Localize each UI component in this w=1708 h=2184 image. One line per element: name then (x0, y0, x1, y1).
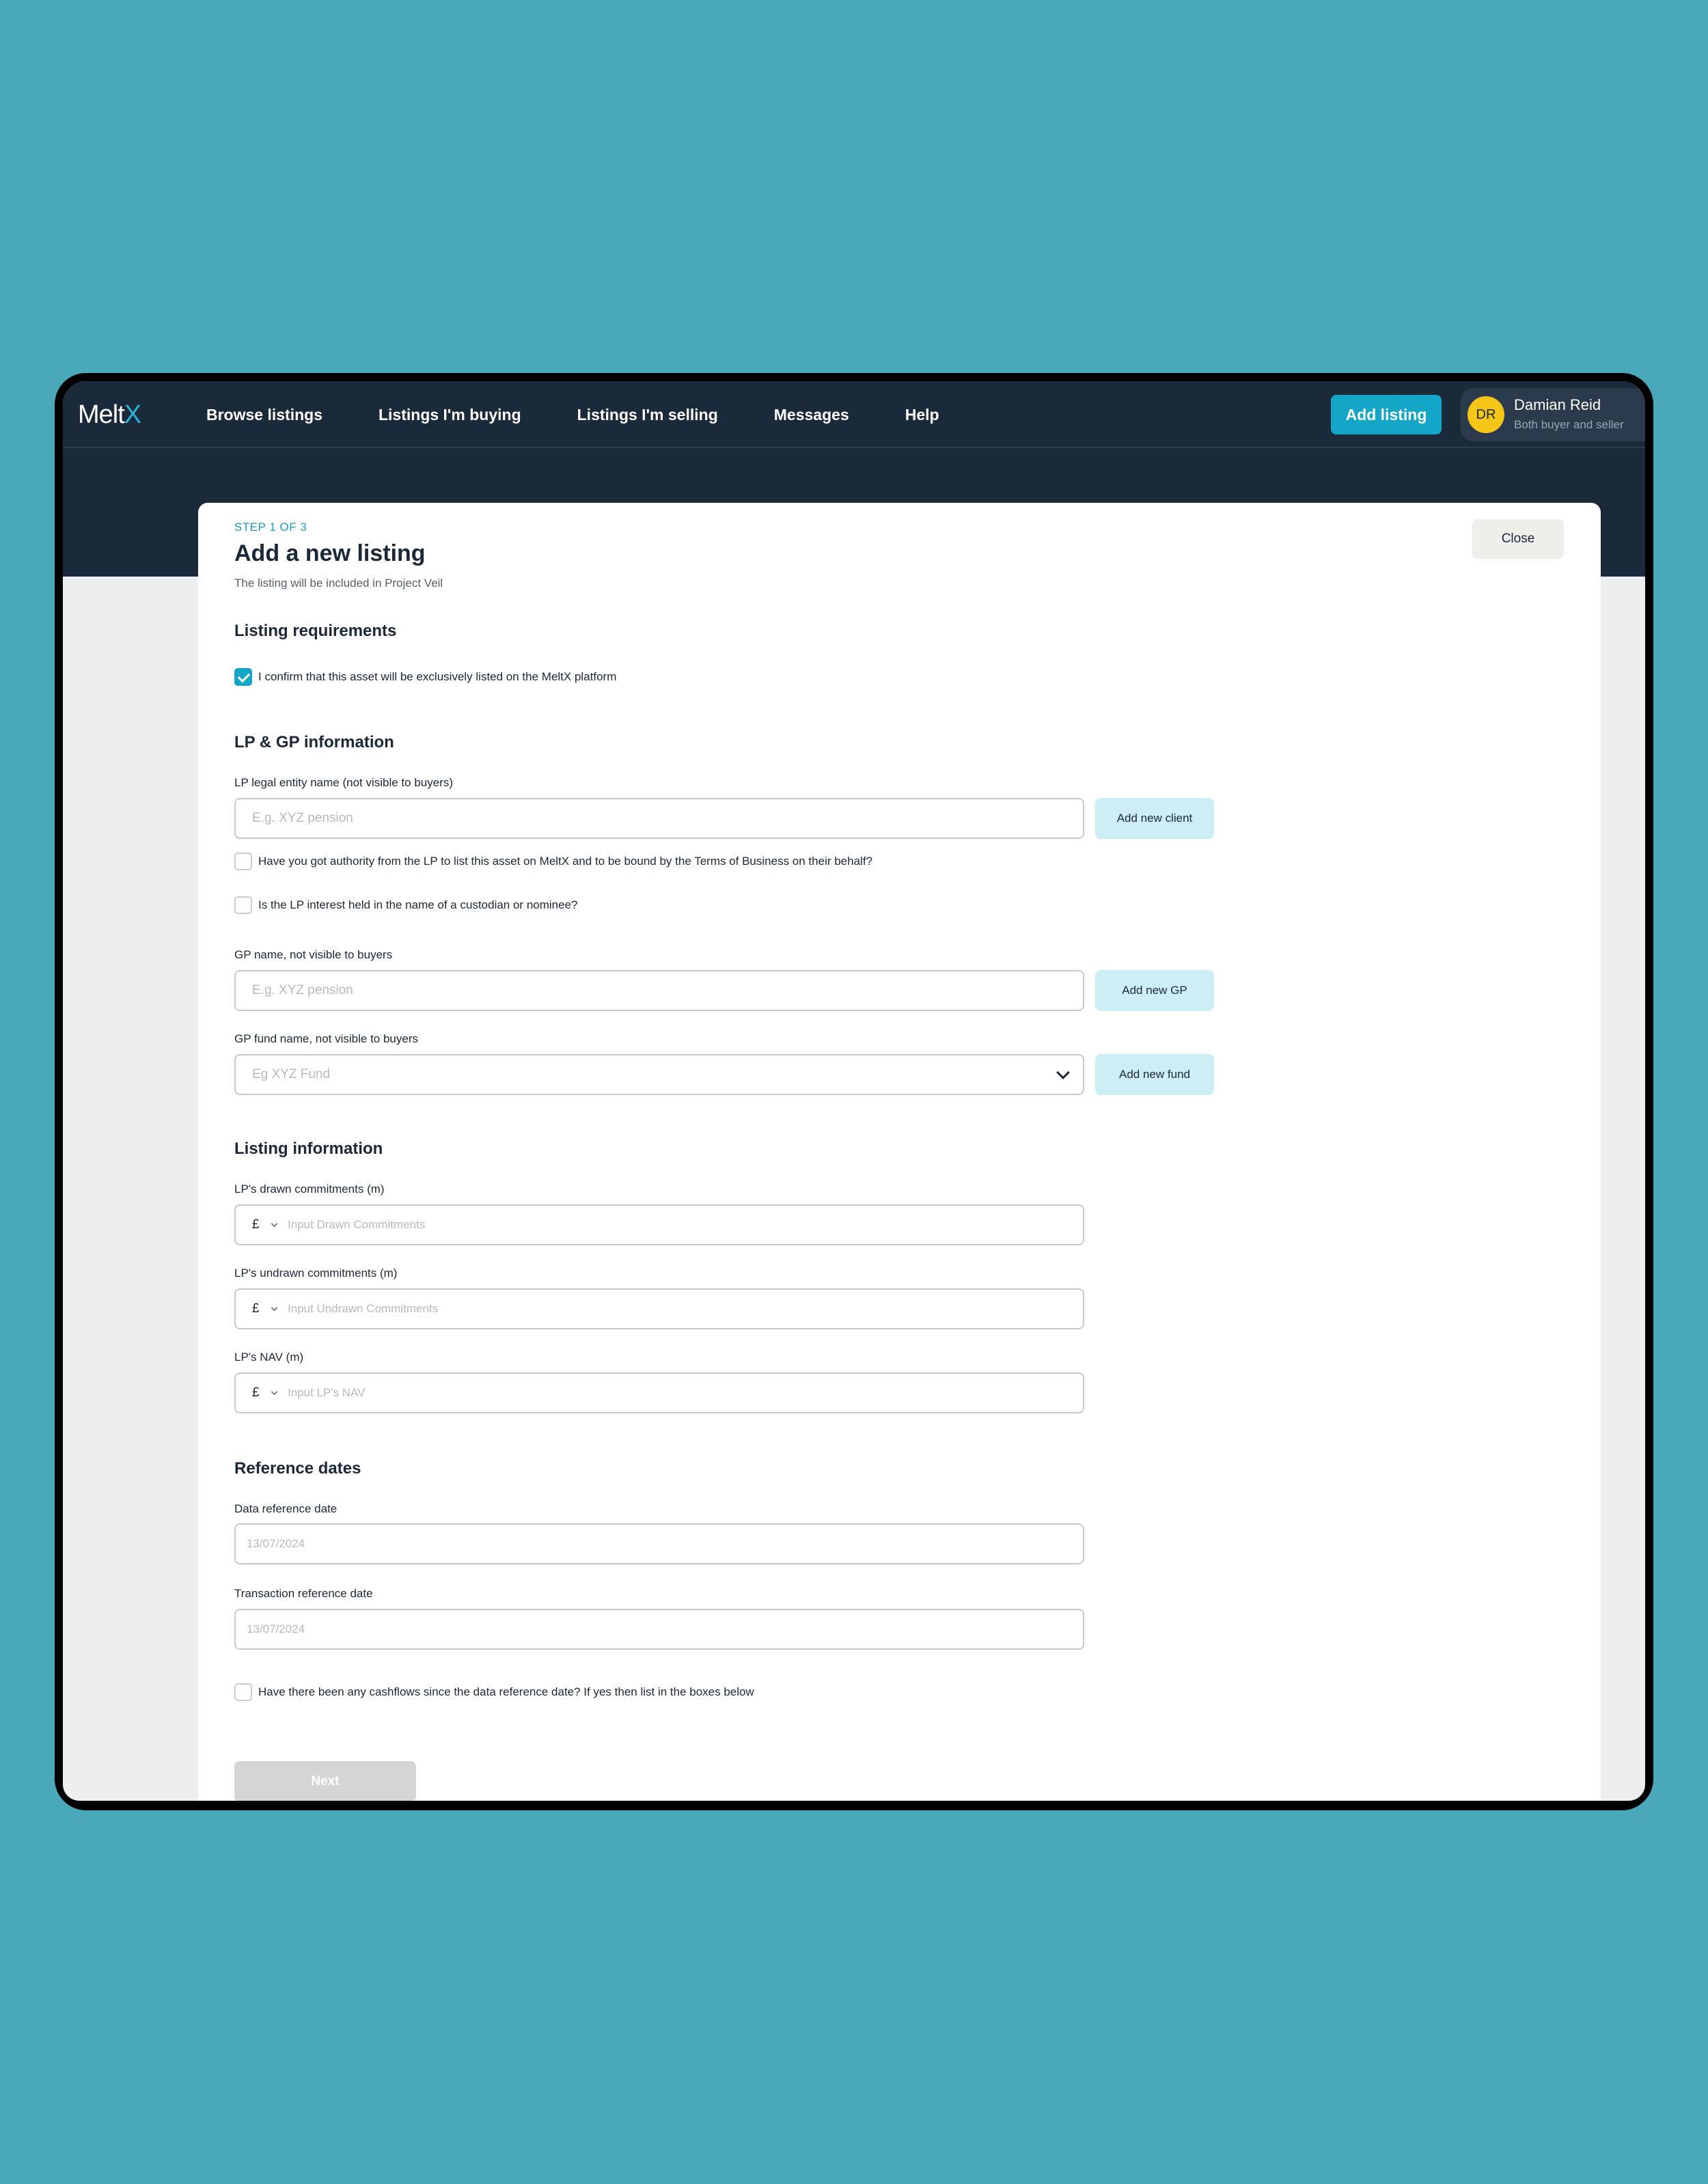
page-title: Add a new listing (234, 540, 426, 566)
gp-name-field (234, 970, 1084, 1011)
gp-name-input[interactable] (236, 971, 1083, 1010)
lp-nav-field: £ (234, 1372, 1084, 1413)
section-heading-listing-information: Listing information (234, 1139, 383, 1158)
data-reference-date-label: Data reference date (234, 1502, 338, 1515)
lp-name-label: LP legal entity name (not visible to buy… (234, 776, 454, 789)
section-heading-listing-requirements: Listing requirements (234, 622, 397, 640)
authority-checkbox[interactable] (234, 853, 252, 870)
user-name: Damian Reid (1514, 396, 1601, 413)
user-role: Both buyer and seller (1514, 418, 1624, 431)
gp-fund-input[interactable] (236, 1055, 1083, 1094)
lp-name-field (234, 798, 1084, 839)
section-heading-lp-gp: LP & GP information (234, 733, 394, 751)
add-new-client-button[interactable]: Add new client (1095, 798, 1214, 839)
custodian-checkbox-row[interactable]: Is the LP interest held in the name of a… (234, 896, 577, 914)
gp-name-label: GP name, not visible to buyers (234, 948, 393, 961)
next-button[interactable]: Next (234, 1761, 416, 1801)
add-listing-button[interactable]: Add listing (1331, 395, 1442, 434)
transaction-reference-date-label: Transaction reference date (234, 1587, 373, 1600)
top-navbar: MeltX Browse listings Listings I'm buyin… (63, 381, 1645, 448)
nav-listings-selling[interactable]: Listings I'm selling (577, 406, 718, 424)
add-new-fund-button[interactable]: Add new fund (1095, 1054, 1214, 1095)
meltx-logo[interactable]: MeltX (78, 400, 141, 430)
close-button[interactable]: Close (1472, 519, 1564, 559)
exclusive-listing-checkbox[interactable] (234, 668, 252, 686)
step-indicator: STEP 1 OF 3 (234, 521, 307, 534)
data-reference-date-input[interactable] (236, 1525, 1083, 1563)
main-nav: Browse listings Listings I'm buying List… (206, 381, 995, 448)
undrawn-commitments-field: £ (234, 1288, 1084, 1329)
transaction-reference-date-input[interactable] (236, 1610, 1083, 1648)
custodian-checkbox[interactable] (234, 896, 252, 914)
lp-nav-label: LP's NAV (m) (234, 1351, 304, 1364)
nav-listings-buying[interactable]: Listings I'm buying (378, 406, 521, 424)
exclusive-listing-checkbox-row[interactable]: I confirm that this asset will be exclus… (234, 668, 616, 686)
authority-label: Have you got authority from the LP to li… (258, 855, 872, 868)
undrawn-commitments-input[interactable] (236, 1290, 1083, 1328)
gp-fund-select[interactable] (234, 1054, 1084, 1095)
nav-browse-listings[interactable]: Browse listings (206, 406, 322, 424)
authority-checkbox-row[interactable]: Have you got authority from the LP to li… (234, 853, 872, 870)
nav-help[interactable]: Help (905, 406, 939, 424)
drawn-commitments-label: LP's drawn commitments (m) (234, 1183, 385, 1195)
add-new-gp-button[interactable]: Add new GP (1095, 970, 1214, 1011)
exclusive-listing-label: I confirm that this asset will be exclus… (258, 670, 617, 683)
cashflows-label: Have there been any cashflows since the … (258, 1685, 754, 1698)
gp-fund-label: GP fund name, not visible to buyers (234, 1032, 419, 1045)
drawn-commitments-input[interactable] (236, 1206, 1083, 1244)
transaction-reference-date-field (234, 1609, 1084, 1650)
data-reference-date-field (234, 1523, 1084, 1564)
drawn-commitments-field: £ (234, 1204, 1084, 1245)
undrawn-commitments-label: LP's undrawn commitments (m) (234, 1267, 398, 1280)
cashflows-checkbox[interactable] (234, 1683, 252, 1701)
cashflows-checkbox-row[interactable]: Have there been any cashflows since the … (234, 1683, 754, 1701)
lp-name-input[interactable] (236, 799, 1083, 838)
add-listing-form-card: Close STEP 1 OF 3 Add a new listing The … (198, 503, 1601, 1801)
section-heading-reference-dates: Reference dates (234, 1459, 361, 1478)
lp-nav-input[interactable] (236, 1374, 1083, 1412)
page-subtitle: The listing will be included in Project … (234, 577, 443, 590)
nav-messages[interactable]: Messages (774, 406, 849, 424)
app-screen: MeltX Browse listings Listings I'm buyin… (63, 381, 1645, 1801)
avatar: DR (1468, 396, 1504, 433)
user-menu[interactable]: DR Damian Reid Both buyer and seller (1461, 388, 1645, 441)
device-frame: MeltX Browse listings Listings I'm buyin… (55, 373, 1653, 1810)
custodian-label: Is the LP interest held in the name of a… (258, 898, 578, 911)
